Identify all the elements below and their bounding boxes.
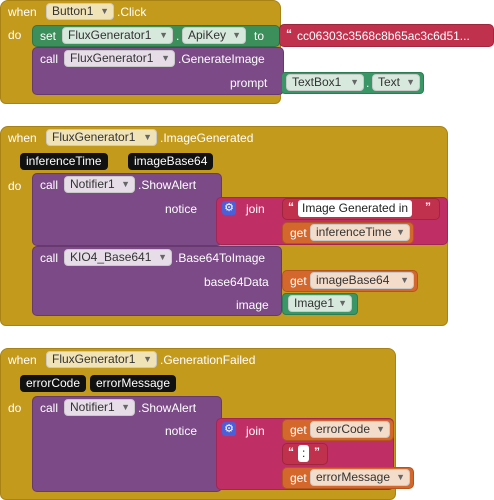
join-label: join xyxy=(246,424,265,438)
to-label: to xyxy=(254,29,265,43)
prompt-label: prompt xyxy=(230,76,268,90)
flux-generator-dropdown[interactable]: FluxGenerator1 ▼ xyxy=(62,27,173,44)
param-image-base64[interactable]: imageBase64 xyxy=(128,153,214,170)
flux-generator-event-dropdown[interactable]: FluxGenerator1 ▼ xyxy=(46,129,157,146)
do-label: do xyxy=(8,401,22,415)
get-label: get xyxy=(290,274,307,288)
call-label: call xyxy=(40,178,59,192)
base64data-label: base64Data xyxy=(204,275,269,289)
chevron-down-icon: ▼ xyxy=(121,179,130,189)
apikey-property-dropdown[interactable]: ApiKey ▼ xyxy=(182,27,246,44)
gear-icon[interactable]: ⚙ xyxy=(222,201,236,215)
error-code-var-dropdown[interactable]: errorCode ▼ xyxy=(310,421,390,438)
dot-separator: . xyxy=(176,29,180,43)
when-label: when xyxy=(8,353,37,367)
quote-open-icon: “ xyxy=(286,27,292,41)
text-image-generated-in[interactable]: Image Generated in xyxy=(298,200,413,217)
flux-generator-failed-dropdown[interactable]: FluxGenerator1 ▼ xyxy=(46,351,157,368)
chevron-down-icon: ▼ xyxy=(406,77,415,87)
show-alert-method: .ShowAlert xyxy=(138,401,197,415)
param-error-code[interactable]: errorCode xyxy=(20,375,87,392)
image-base64-var-dropdown[interactable]: imageBase64 ▼ xyxy=(310,272,414,289)
do-label: do xyxy=(8,28,22,42)
gear-icon[interactable]: ⚙ xyxy=(222,422,236,436)
call-label: call xyxy=(40,251,59,265)
when-label: when xyxy=(8,131,37,145)
chevron-down-icon: ▼ xyxy=(158,252,167,262)
chevron-down-icon: ▼ xyxy=(161,53,170,63)
error-message-var-dropdown[interactable]: errorMessage ▼ xyxy=(310,469,410,486)
image-label: image xyxy=(236,298,269,312)
generate-image-method: .GenerateImage xyxy=(178,52,265,66)
chevron-down-icon: ▼ xyxy=(350,77,359,87)
set-label: set xyxy=(40,29,57,43)
chevron-down-icon: ▼ xyxy=(143,132,152,142)
chevron-down-icon: ▼ xyxy=(159,30,168,40)
quote-open-icon: “ xyxy=(288,445,294,459)
param-error-message[interactable]: errorMessage xyxy=(90,375,177,392)
param-inference-time[interactable]: inferenceTime xyxy=(20,153,108,170)
base64-to-image-method: .Base64ToImage xyxy=(175,251,266,265)
notifier1-dropdown-2[interactable]: Notifier1 ▼ xyxy=(64,399,135,416)
when-label: when xyxy=(8,5,37,19)
chevron-down-icon: ▼ xyxy=(121,402,130,412)
show-alert-method: .ShowAlert xyxy=(138,178,197,192)
do-label: do xyxy=(8,179,22,193)
chevron-down-icon: ▼ xyxy=(338,298,347,308)
quote-close-icon: ” xyxy=(425,200,431,214)
button1-dropdown[interactable]: Button1 ▼ xyxy=(46,3,114,20)
chevron-down-icon: ▼ xyxy=(400,275,409,285)
quote-open-icon: “ xyxy=(288,200,294,214)
join-label: join xyxy=(246,202,265,216)
textbox1-dropdown[interactable]: TextBox1 ▼ xyxy=(286,74,364,91)
event-name: .Click xyxy=(117,5,147,19)
notice-label: notice xyxy=(165,424,198,438)
notifier1-dropdown[interactable]: Notifier1 ▼ xyxy=(64,176,135,193)
event-name: .ImageGenerated xyxy=(160,131,254,145)
event-name: .GenerationFailed xyxy=(160,353,256,367)
flux-generator-call-dropdown[interactable]: FluxGenerator1 ▼ xyxy=(64,50,175,67)
kio4-dropdown[interactable]: KIO4_Base641 ▼ xyxy=(64,249,172,266)
notice-label: notice xyxy=(165,202,198,216)
get-label: get xyxy=(290,471,307,485)
chevron-down-icon: ▼ xyxy=(396,227,405,237)
get-label: get xyxy=(290,423,307,437)
call-label: call xyxy=(40,52,59,66)
inference-time-var-dropdown[interactable]: inferenceTime ▼ xyxy=(310,224,410,241)
image1-dropdown[interactable]: Image1 ▼ xyxy=(288,295,352,312)
chevron-down-icon: ▼ xyxy=(232,30,241,40)
text-property-dropdown[interactable]: Text ▼ xyxy=(372,74,420,91)
call-label: call xyxy=(40,401,59,415)
get-label: get xyxy=(290,226,307,240)
quote-close-icon: ” xyxy=(314,445,320,459)
dot-separator: . xyxy=(366,76,370,90)
chevron-down-icon: ▼ xyxy=(396,472,405,482)
text-colon[interactable]: : xyxy=(298,445,310,462)
chevron-down-icon: ▼ xyxy=(376,424,385,434)
api-key-value[interactable]: cc06303c3568c8b65ac3c6d51... xyxy=(297,28,470,44)
chevron-down-icon: ▼ xyxy=(143,354,152,364)
chevron-down-icon: ▼ xyxy=(100,6,109,16)
